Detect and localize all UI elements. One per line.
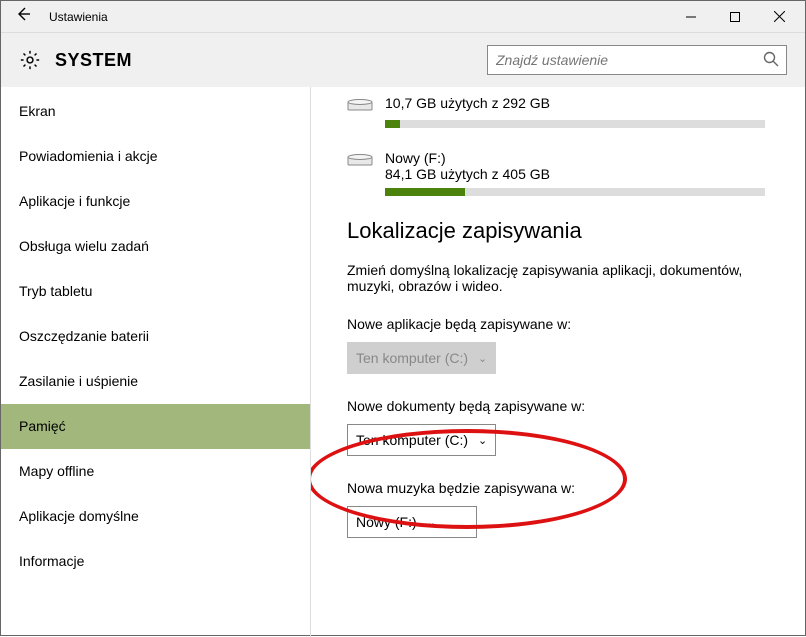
page-title: SYSTEM	[55, 50, 487, 71]
back-button[interactable]	[5, 6, 41, 27]
search-icon	[763, 51, 779, 70]
sidebar-item[interactable]: Ekran	[1, 89, 310, 134]
maximize-button[interactable]	[713, 1, 757, 33]
sidebar-item[interactable]: Powiadomienia i akcje	[1, 134, 310, 179]
sidebar-item[interactable]: Zasilanie i uśpienie	[1, 359, 310, 404]
drive-icon	[347, 98, 375, 114]
drive-name: Nowy (F:)	[385, 150, 550, 166]
window-controls	[669, 1, 801, 33]
save-location-label: Nowe dokumenty będą zapisywane w:	[347, 398, 777, 414]
sidebar-item[interactable]: Oszczędzanie baterii	[1, 314, 310, 359]
sidebar-item[interactable]: Tryb tabletu	[1, 269, 310, 314]
chevron-down-icon: ⌄	[478, 352, 487, 365]
sidebar-item[interactable]: Aplikacje domyślne	[1, 494, 310, 539]
sidebar-item[interactable]: Obsługa wielu zadań	[1, 224, 310, 269]
chevron-down-icon: ⌄	[427, 516, 436, 529]
search-input[interactable]	[487, 45, 787, 75]
gear-icon	[19, 49, 41, 71]
search-wrap	[487, 45, 787, 75]
dropdown-value: Ten komputer (C:)	[356, 350, 468, 366]
drive-row: 10,7 GB użytych z 292 GB	[347, 95, 777, 114]
drive-progress	[385, 120, 765, 128]
chevron-down-icon: ⌄	[478, 434, 487, 447]
header: SYSTEM	[1, 33, 805, 87]
drive-row: Nowy (F:)84,1 GB użytych z 405 GB	[347, 150, 777, 182]
save-location-dropdown: Ten komputer (C:) ⌄	[347, 342, 496, 374]
drive-usage: 10,7 GB użytych z 292 GB	[385, 95, 550, 111]
save-location-label: Nowe aplikacje będą zapisywane w:	[347, 316, 777, 332]
save-location-label: Nowa muzyka będzie zapisywana w:	[347, 480, 777, 496]
titlebar: Ustawienia	[1, 1, 805, 33]
section-description: Zmień domyślną lokalizację zapisywania a…	[347, 262, 767, 294]
close-button[interactable]	[757, 1, 801, 33]
sidebar-item[interactable]: Pamięć	[1, 404, 310, 449]
sidebar: EkranPowiadomienia i akcjeAplikacje i fu…	[1, 87, 311, 637]
content-pane: 10,7 GB użytych z 292 GBNowy (F:)84,1 GB…	[311, 87, 805, 637]
sidebar-item[interactable]: Mapy offline	[1, 449, 310, 494]
dropdown-value: Ten komputer (C:)	[356, 432, 468, 448]
minimize-button[interactable]	[669, 1, 713, 33]
drive-usage: 84,1 GB użytych z 405 GB	[385, 166, 550, 182]
drive-progress	[385, 188, 765, 196]
window-title: Ustawienia	[41, 10, 669, 24]
section-heading: Lokalizacje zapisywania	[347, 218, 777, 244]
save-location-dropdown[interactable]: Nowy (F:) ⌄	[347, 506, 477, 538]
dropdown-value: Nowy (F:)	[356, 514, 417, 530]
drive-icon	[347, 153, 375, 169]
save-location-dropdown[interactable]: Ten komputer (C:) ⌄	[347, 424, 496, 456]
sidebar-item[interactable]: Informacje	[1, 539, 310, 584]
sidebar-item[interactable]: Aplikacje i funkcje	[1, 179, 310, 224]
